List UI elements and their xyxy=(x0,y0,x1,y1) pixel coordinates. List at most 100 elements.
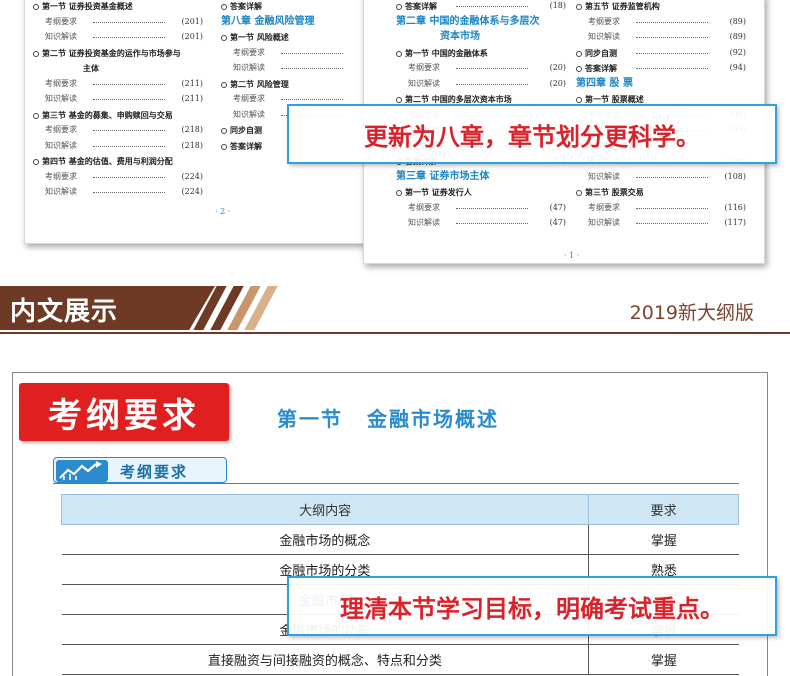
toc-page-ref: (20) xyxy=(549,78,566,88)
toc-page-ref: (47) xyxy=(549,218,566,227)
banner-divider xyxy=(0,332,790,334)
toc-subentry: 考纲要求 (47) xyxy=(396,203,566,213)
toc-section-label: 答案详解 xyxy=(230,1,262,11)
toc-subentry: 考纲要求 (89) xyxy=(576,17,746,27)
toc-page-ref: (89) xyxy=(729,32,746,41)
toc-page-ref: (218) xyxy=(181,140,203,150)
table-cell-requirement: 掌握 xyxy=(588,644,739,675)
toc-subentry-label: 考纲要求 xyxy=(408,202,440,212)
toc-subentry-label: 考纲要求 xyxy=(408,63,440,72)
toc-section-continued: 主体 xyxy=(83,63,99,73)
toc-section-label: 第三节 股票交易 xyxy=(585,187,644,197)
toc-subentry: 知识解读 (117) xyxy=(576,218,746,228)
leader-dots xyxy=(281,68,343,69)
table-cell-content: 金融市场的概念 xyxy=(61,524,590,555)
toc-subentry-label: 考纲要求 xyxy=(45,171,77,181)
toc-section: 第一节 股票概述 xyxy=(576,94,746,104)
toc-subentry: 知识解读 (218) xyxy=(33,141,203,151)
leader-dots xyxy=(636,68,708,69)
leader-dots xyxy=(636,37,708,38)
bullet-icon xyxy=(576,4,582,10)
toc-subentry: 考纲要求 (201) xyxy=(33,17,203,27)
toc-page-ref: (218) xyxy=(181,125,203,134)
toc-subentry: 知识解读 (224) xyxy=(33,187,203,197)
leader-dots xyxy=(93,99,165,100)
bullet-icon xyxy=(396,50,402,57)
toc-page-ref: (211) xyxy=(181,94,203,103)
leader-dots xyxy=(456,223,528,224)
toc-subentry: 考纲要求 (224) xyxy=(33,172,203,182)
table-header-content: 大纲内容 xyxy=(60,494,590,525)
toc-section: 第二节 中国的多层次资本市场 xyxy=(396,94,566,104)
sub-heading-badge: 考纲要求 xyxy=(53,457,227,483)
toc-subentry: 考纲要求 (20) xyxy=(396,63,566,73)
trend-chart-icon xyxy=(56,460,108,482)
toc-section-label: 答案详解 xyxy=(585,63,617,73)
section-number: 第一节 xyxy=(277,407,343,431)
toc-section: 第一节 证券发行人 xyxy=(396,187,566,197)
leader-dots xyxy=(93,145,165,147)
banner-title: 内文展示 xyxy=(10,297,119,327)
toc-subentry-label: 知识解读 xyxy=(233,63,265,72)
toc-subentry: 考纲要求 (116) xyxy=(576,203,746,213)
toc-section-label: 第一节 证券发行人 xyxy=(405,187,472,197)
toc-subentry: 考纲要求 xyxy=(221,94,381,104)
leader-dots xyxy=(636,207,708,209)
toc-section-label: 第二节 中国的多层次资本市场 xyxy=(405,94,512,104)
toc-subentry: 知识解读 xyxy=(221,63,381,73)
toc-section: 第二节 风险管理 xyxy=(221,79,381,89)
toc-subentry: 知识解读 (89) xyxy=(576,32,746,42)
leader-dots xyxy=(93,37,165,38)
bullet-icon xyxy=(396,190,402,196)
toc-section-label: 第一节 股票概述 xyxy=(585,94,644,104)
toc-section-label: 第五节 证券监管机构 xyxy=(585,1,660,11)
toc-page-ref: (224) xyxy=(181,187,203,196)
leader-dots xyxy=(636,21,708,23)
toc-section: 第四节 基金的估值、费用与利润分配 xyxy=(33,156,203,166)
bullet-icon xyxy=(33,112,39,119)
bullet-icon xyxy=(576,66,582,72)
toc-page-ref: (211) xyxy=(181,78,203,88)
toc-section-label: 第二节 风险管理 xyxy=(230,78,289,89)
toc-section: 第一节 风险概述 xyxy=(221,32,381,42)
toc-subentry-label: 考纲要求 xyxy=(45,125,77,134)
bullet-icon xyxy=(33,50,39,57)
toc-section-label: 答案详解 xyxy=(405,1,437,11)
toc-subentry-label: 知识解读 xyxy=(588,218,620,227)
toc-page-ref: (89) xyxy=(729,16,746,26)
red-label-box: 考纲要求 xyxy=(19,383,229,441)
bullet-icon xyxy=(576,50,582,57)
toc-section: 答案详解 xyxy=(221,1,381,11)
edition-label: 2019新大纲版 xyxy=(629,302,754,324)
toc-section: 第二节 证券投资基金的运作与市场参与 xyxy=(33,48,203,58)
toc-subentry-label: 考纲要求 xyxy=(233,94,265,103)
toc-section: 第五节 证券监管机构 xyxy=(576,1,746,11)
bullet-icon xyxy=(396,4,402,10)
bullet-icon xyxy=(221,128,227,134)
leader-dots xyxy=(456,207,528,209)
toc-subentry-label: 知识解读 xyxy=(408,78,440,88)
bullet-icon xyxy=(221,35,227,41)
toc-section: 答案详解 (94) xyxy=(576,63,746,73)
toc-subentry: 考纲要求 (211) xyxy=(33,79,203,89)
toc-section: 同步自测 (92) xyxy=(576,48,746,58)
sub-heading-label: 考纲要求 xyxy=(120,463,189,481)
toc-subentry-label: 知识解读 xyxy=(45,32,77,41)
toc-subentry: 知识解读 (108) xyxy=(576,172,746,182)
toc-section-label: 同步自测 xyxy=(585,47,617,58)
leader-dots xyxy=(636,223,708,224)
toc-subentry-label: 考纲要求 xyxy=(45,78,77,88)
section-title: 第一节 金融市场概述 xyxy=(277,403,499,432)
toc-chapter: 资本市场 xyxy=(440,31,480,42)
leader-dots xyxy=(93,83,165,85)
bullet-icon xyxy=(221,81,227,88)
table-header-requirement: 要求 xyxy=(588,494,739,525)
toc-section: 答案详解 (18) xyxy=(396,1,566,11)
toc-section-label: 第四节 基金的估值、费用与利润分配 xyxy=(42,156,173,166)
toc-page-ref: (18) xyxy=(549,1,566,10)
leader-dots xyxy=(93,130,165,131)
bullet-icon xyxy=(33,4,39,10)
bullet-icon xyxy=(396,97,402,103)
toc-page-ref: (224) xyxy=(181,171,203,181)
toc-subentry: 知识解读 (201) xyxy=(33,32,203,42)
